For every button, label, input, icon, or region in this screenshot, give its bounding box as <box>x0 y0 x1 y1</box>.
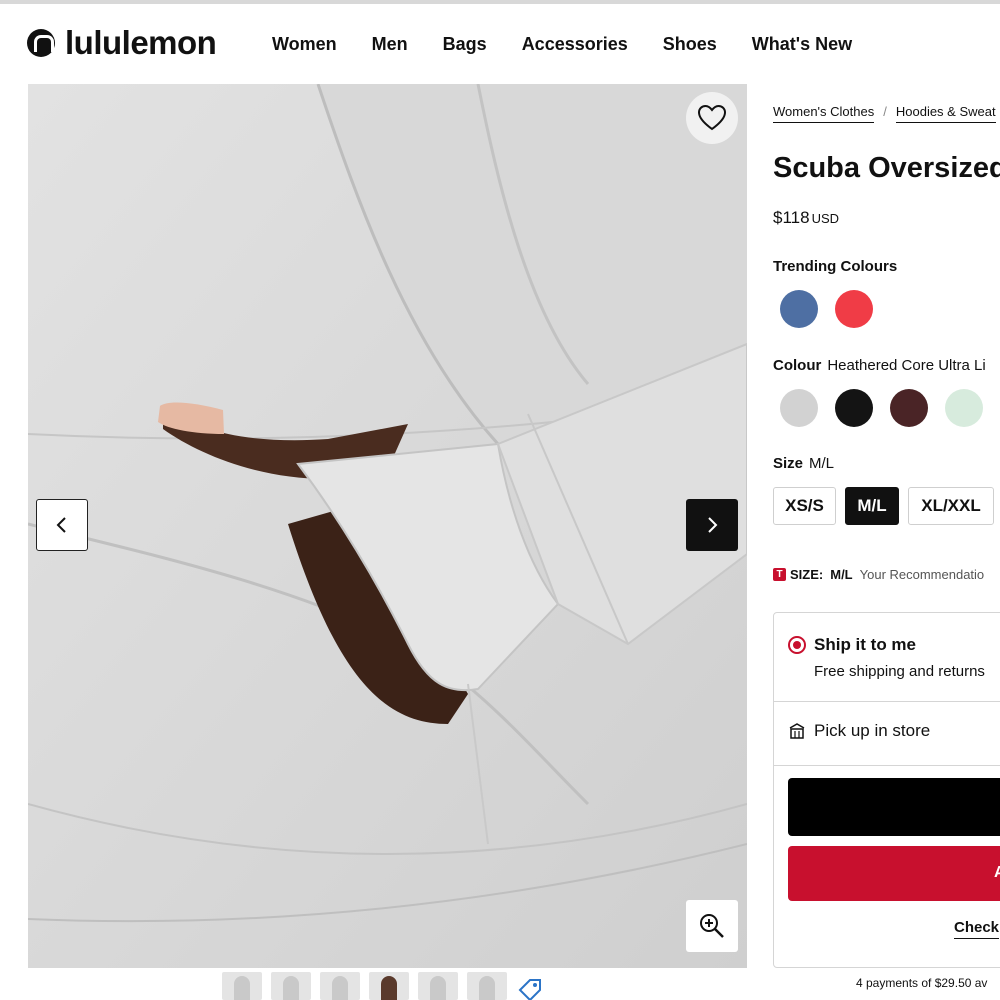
breadcrumb: Women's Clothes / Hoodies & Sweat <box>773 104 996 123</box>
store-icon <box>789 723 805 739</box>
trending-swatch-blue[interactable] <box>780 290 818 328</box>
thumbnail[interactable] <box>271 972 311 1000</box>
wishlist-button[interactable] <box>686 92 738 144</box>
size-options: XS/S M/L XL/XXL <box>773 487 994 525</box>
chevron-right-icon <box>708 517 718 533</box>
price-amount: $118 <box>773 208 810 227</box>
nav-item-shoes[interactable]: Shoes <box>663 34 717 55</box>
fit-size: M/L <box>830 567 853 582</box>
size-option-xs-s[interactable]: XS/S <box>773 487 836 525</box>
fit-prefix: SIZE: <box>790 567 824 582</box>
trending-colours-label: Trending Colours <box>773 258 898 275</box>
colour-swatches <box>780 389 983 427</box>
brand-logo[interactable]: lululemon <box>27 24 217 62</box>
brand-name: lululemon <box>65 24 217 61</box>
breadcrumb-item-womens-clothes[interactable]: Women's Clothes <box>773 104 875 123</box>
previous-image-button[interactable] <box>36 499 88 551</box>
thumbnail[interactable] <box>320 972 360 1000</box>
ship-subtitle: Free shipping and returns <box>814 663 985 680</box>
trending-swatches <box>780 290 873 328</box>
next-image-button[interactable] <box>686 499 738 551</box>
nav-item-men[interactable]: Men <box>372 34 408 55</box>
ship-title: Ship it to me <box>814 635 916 654</box>
fit-badge-icon: T <box>773 568 786 581</box>
size-option-xl-xxl[interactable]: XL/XXL <box>908 487 994 525</box>
colour-label: Colour <box>773 357 822 374</box>
zoom-in-icon <box>700 914 724 938</box>
product-details-panel: Women's Clothes / Hoodies & Sweat Scuba … <box>773 84 1000 1000</box>
fulfilment-options: Ship it to me Free shipping and returns … <box>773 612 1000 968</box>
product-price: $118 USD <box>773 208 839 228</box>
check-link[interactable]: Check <box>954 919 1000 939</box>
breadcrumb-item-hoodies[interactable]: Hoodies & Sweat <box>895 104 996 123</box>
pickup-in-store-option[interactable]: Pick up in store <box>788 721 930 741</box>
nav-item-whats-new[interactable]: What's New <box>752 34 852 55</box>
hoodie-photo <box>28 84 747 968</box>
nav-item-women[interactable]: Women <box>272 34 337 55</box>
pickup-label: Pick up in store <box>814 721 931 740</box>
size-recommendation[interactable]: T SIZE: M/L Your Recommendatio <box>773 567 984 582</box>
divider <box>774 701 1000 702</box>
zoom-button[interactable] <box>686 900 738 952</box>
colour-value: Heathered Core Ultra Li <box>827 357 986 374</box>
site-header: lululemon Women Men Bags Accessories Sho… <box>0 4 1000 84</box>
price-tag-icon[interactable] <box>514 978 544 1000</box>
fit-text: Your Recommendatio <box>859 567 985 582</box>
chevron-left-icon <box>56 517 66 533</box>
breadcrumb-separator: / <box>883 104 887 119</box>
installments-text: 4 payments of $29.50 av <box>856 976 988 990</box>
size-label: Size <box>773 455 804 472</box>
divider <box>774 765 1000 766</box>
thumbnail-strip <box>222 972 507 1000</box>
heart-icon <box>697 104 727 131</box>
radio-selected-icon[interactable] <box>788 636 806 654</box>
nav-item-bags[interactable]: Bags <box>443 34 487 55</box>
size-option-m-l[interactable]: M/L <box>845 487 899 525</box>
trending-swatch-red[interactable] <box>835 290 873 328</box>
colour-swatch-heathered-grey[interactable] <box>780 389 818 427</box>
add-to-bag-button[interactable]: A <box>788 846 1000 901</box>
colour-swatch-mint[interactable] <box>945 389 983 427</box>
colour-label-row: Colour Heathered Core Ultra Li <box>773 357 986 374</box>
lululemon-logo-icon <box>27 29 55 57</box>
product-image <box>28 84 747 968</box>
thumbnail[interactable] <box>467 972 507 1000</box>
thumbnail[interactable] <box>418 972 458 1000</box>
main-nav: Women Men Bags Accessories Shoes What's … <box>272 34 887 55</box>
nav-item-accessories[interactable]: Accessories <box>522 34 628 55</box>
primary-black-button[interactable] <box>788 778 1000 836</box>
product-title: Scuba Oversized <box>773 152 1000 184</box>
colour-swatch-burgundy[interactable] <box>890 389 928 427</box>
thumbnail[interactable] <box>222 972 262 1000</box>
colour-swatch-black[interactable] <box>835 389 873 427</box>
price-currency: USD <box>811 211 840 226</box>
size-value: M/L <box>809 455 835 472</box>
size-label-row: Size M/L <box>773 455 834 472</box>
thumbnail[interactable] <box>369 972 409 1000</box>
